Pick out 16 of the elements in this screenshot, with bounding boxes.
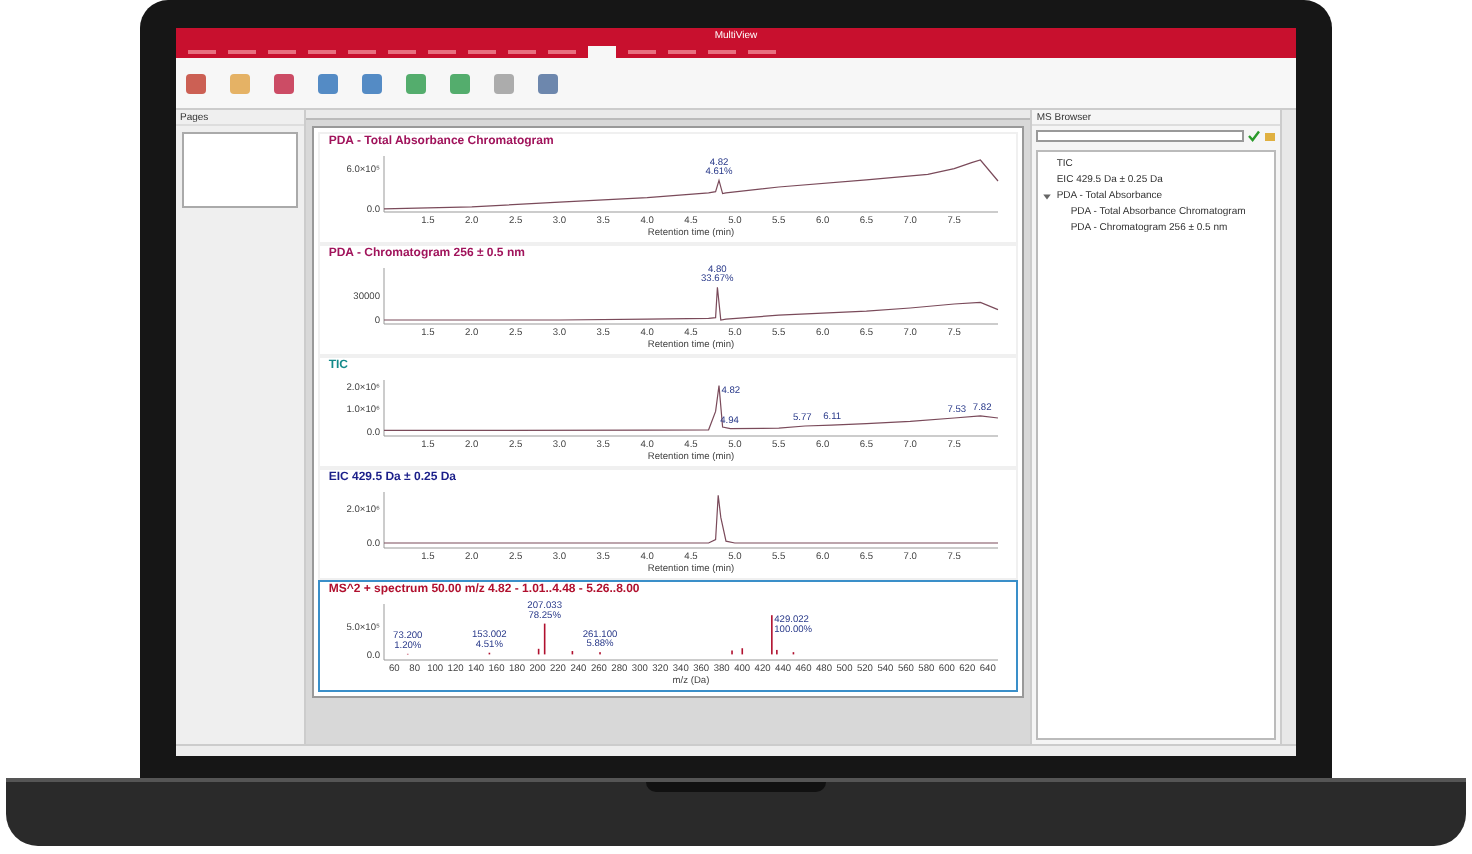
toolbar-icon[interactable] bbox=[492, 71, 516, 95]
toolbar-icon[interactable] bbox=[272, 71, 296, 95]
toolbar-icon[interactable] bbox=[360, 71, 384, 95]
toolbar-icon[interactable] bbox=[316, 71, 340, 95]
toolbar-icon[interactable] bbox=[228, 71, 252, 95]
toolbar-icon[interactable] bbox=[448, 71, 472, 95]
ribbon-tab[interactable] bbox=[588, 46, 616, 58]
chart-panel[interactable] bbox=[318, 580, 1019, 692]
toolbar-icon[interactable] bbox=[404, 71, 428, 95]
check-icon[interactable] bbox=[1248, 130, 1261, 142]
file-field[interactable] bbox=[1036, 130, 1245, 142]
expander-icon[interactable] bbox=[1042, 191, 1053, 201]
toolbar-icon[interactable] bbox=[536, 71, 560, 95]
folder-icon[interactable] bbox=[1264, 130, 1277, 142]
toolbar-icon[interactable] bbox=[184, 71, 208, 95]
page-thumbnail[interactable] bbox=[182, 132, 299, 208]
